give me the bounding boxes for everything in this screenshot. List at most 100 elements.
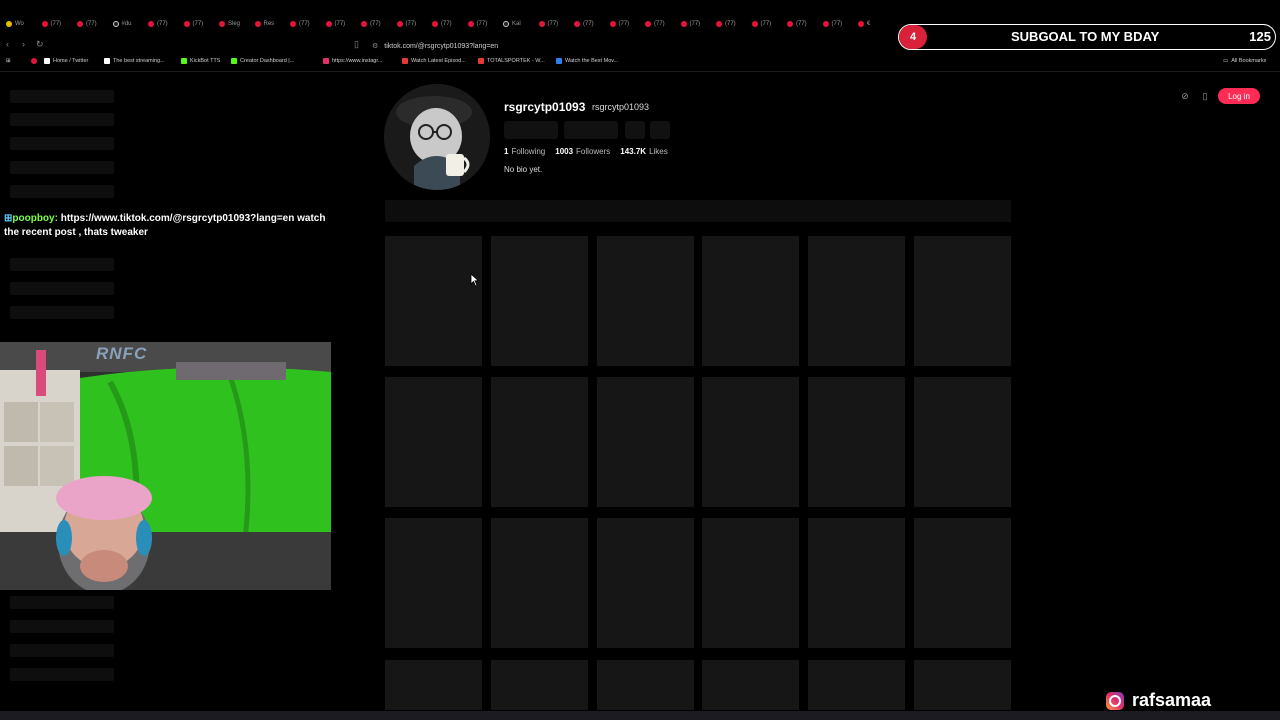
url-bar[interactable]: ⚙ tiktok.com/@rsgrcytp01093?lang=en [372, 39, 872, 53]
video-thumbnail-placeholder[interactable] [491, 518, 588, 648]
browser-tab[interactable]: (77) [432, 14, 452, 34]
tab-favicon-icon [77, 21, 83, 27]
apps-icon[interactable]: ⊞ [6, 58, 11, 64]
browser-tab[interactable]: (77) [396, 14, 417, 34]
browser-tab[interactable]: Res [254, 14, 274, 34]
tab-favicon-icon [467, 21, 474, 27]
bookmark-icon[interactable]: ▯ [354, 39, 359, 50]
bookmark-item[interactable]: https://www.instagr... [323, 58, 382, 64]
tab-favicon-icon [645, 21, 651, 27]
video-thumbnail-placeholder[interactable] [914, 377, 1011, 507]
video-thumbnail-placeholder[interactable] [597, 660, 694, 710]
bookmark-label: Home / Twitter [53, 58, 89, 64]
video-thumbnail-placeholder[interactable] [597, 518, 694, 648]
icon-button-skeleton [625, 121, 645, 139]
video-thumbnail-placeholder[interactable] [385, 236, 482, 366]
tab-favicon-icon [219, 21, 225, 27]
site-info-icon[interactable]: ⚙ [372, 42, 378, 50]
browser-tab[interactable]: Wo [6, 14, 24, 34]
browser-tab[interactable]: (77) [716, 14, 736, 34]
browser-tab[interactable]: (77) [645, 14, 665, 34]
likes-stat: 143.7K Likes [620, 147, 668, 156]
video-thumbnail-placeholder[interactable] [491, 236, 588, 366]
back-icon[interactable]: ‹ [6, 39, 9, 49]
bookmark-item[interactable]: Watch Latest Episod... [402, 58, 466, 64]
avatar-illustration [384, 84, 490, 190]
browser-tab[interactable]: (77) [183, 14, 203, 34]
bookmark-item[interactable]: TOTALSPORTEK - W... [478, 58, 545, 64]
all-bookmarks[interactable]: ▭ All Bookmarks [1223, 58, 1266, 64]
browser-tab[interactable]: (77) [361, 14, 381, 34]
video-thumbnail-placeholder[interactable] [597, 236, 694, 366]
tab-label: (77) [405, 21, 417, 27]
tab-favicon-icon [6, 21, 12, 27]
video-thumbnail-placeholder[interactable] [702, 518, 799, 648]
video-thumbnail-placeholder[interactable] [702, 377, 799, 507]
video-thumbnail-placeholder[interactable] [491, 660, 588, 710]
tab-favicon-icon [574, 21, 580, 27]
video-thumbnail-placeholder[interactable] [808, 518, 905, 648]
forward-icon[interactable]: › [22, 39, 25, 49]
browser-tab[interactable]: (77) [41, 14, 61, 34]
video-thumbnail-placeholder[interactable] [914, 518, 1011, 648]
browser-tab[interactable]: Sleg [219, 14, 240, 34]
browser-tab[interactable]: (77) [680, 14, 700, 34]
tab-favicon-icon [787, 21, 793, 27]
tab-favicon-icon [183, 21, 190, 27]
browser-tab[interactable]: (77) [467, 14, 487, 34]
browser-tab[interactable]: (77) [751, 14, 771, 34]
skeleton-line [10, 258, 114, 271]
video-thumbnail-placeholder[interactable] [702, 660, 799, 710]
video-thumbnail-placeholder[interactable] [808, 236, 905, 366]
tab-favicon-icon [609, 21, 616, 27]
browser-tab[interactable]: (77) [822, 14, 842, 34]
video-thumbnail-placeholder[interactable] [597, 377, 694, 507]
browser-tab[interactable]: (77) [787, 14, 807, 34]
tab-favicon-icon [148, 21, 154, 27]
tab-favicon-icon [503, 21, 509, 27]
video-thumbnail-placeholder[interactable] [914, 236, 1011, 366]
browser-tab[interactable]: (77) [538, 14, 558, 34]
video-thumbnail-placeholder[interactable] [914, 660, 1011, 710]
video-thumbnail-placeholder[interactable] [702, 236, 799, 366]
tab-favicon-icon [822, 21, 829, 27]
tab-label: (77) [654, 21, 665, 27]
tab-favicon-icon [290, 21, 296, 27]
tab-favicon-icon [751, 21, 758, 27]
reload-icon[interactable]: ↻ [36, 39, 44, 50]
browser-tab[interactable]: (77) [290, 14, 310, 34]
profile-handle: rsgrcytp01093 [592, 102, 650, 112]
compass-icon[interactable]: ⊘ [1178, 89, 1192, 103]
bookmark-item[interactable]: Home / Twitter [44, 58, 88, 64]
bookmark-youtube-icon[interactable] [31, 58, 37, 64]
browser-tab[interactable]: Kal [503, 14, 521, 34]
bookmark-item[interactable]: Creator Dashboard |... [231, 58, 294, 64]
following-stat[interactable]: 1 Following [504, 147, 545, 156]
video-thumbnail-placeholder[interactable] [491, 377, 588, 507]
browser-tab[interactable]: (77) [77, 14, 97, 34]
video-thumbnail-placeholder[interactable] [385, 518, 482, 648]
tab-label: (77) [618, 21, 630, 27]
tab-favicon-icon [716, 21, 722, 27]
browser-tab[interactable]: (77) [325, 14, 345, 34]
bookmark-label: TOTALSPORTEK - W... [487, 58, 545, 64]
followers-stat[interactable]: 1003 Followers [555, 147, 610, 156]
bookmark-label: Watch Latest Episod... [411, 58, 466, 64]
video-thumbnail-placeholder[interactable] [808, 660, 905, 710]
profile-avatar[interactable] [384, 84, 490, 190]
skeleton-line [10, 644, 114, 657]
video-thumbnail-placeholder[interactable] [385, 660, 482, 710]
video-thumbnail-placeholder[interactable] [808, 377, 905, 507]
video-thumbnail-placeholder[interactable] [385, 377, 482, 507]
browser-tab[interactable]: (77) [574, 14, 594, 34]
bookmark-item[interactable]: The best streaming... [104, 58, 165, 64]
bookmark-item[interactable]: Watch the Best Mov... [556, 58, 618, 64]
browser-tab[interactable]: #du [112, 14, 132, 34]
browser-tab[interactable]: (77) [609, 14, 630, 34]
phone-icon[interactable]: ▯ [1198, 89, 1212, 103]
login-button[interactable]: Log in [1218, 88, 1260, 104]
browser-tab[interactable]: (77) [148, 14, 168, 34]
browser-tab[interactable]: € [858, 14, 870, 34]
bookmark-item[interactable]: KickBot TTS [181, 58, 220, 64]
tab-favicon-icon [325, 21, 332, 27]
